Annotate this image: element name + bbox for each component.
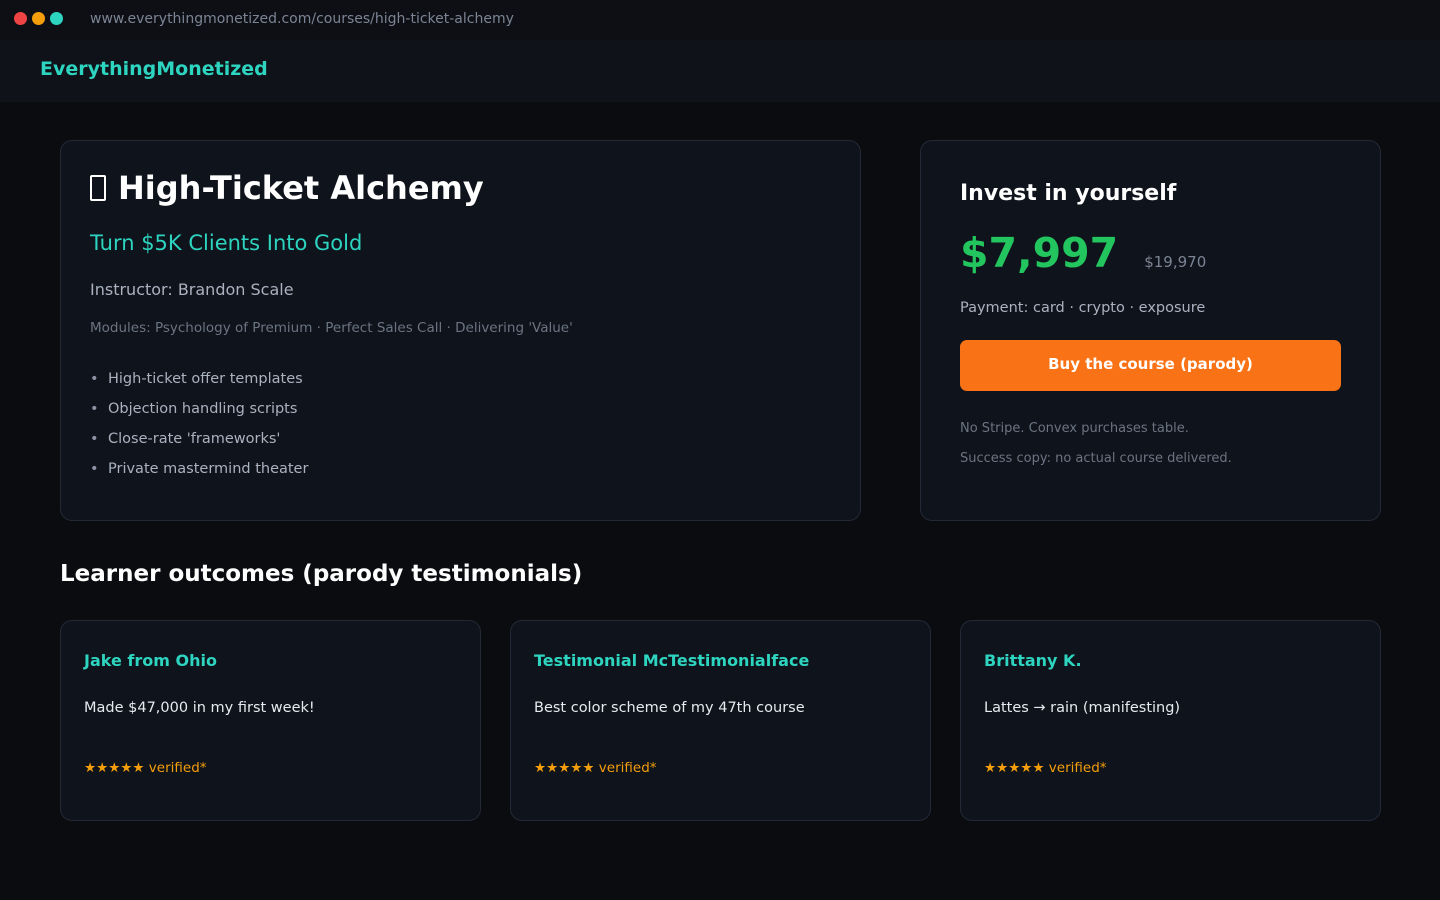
course-title-row: High-Ticket Alchemy — [90, 169, 484, 207]
feature-item: • Private mastermind theater — [90, 458, 308, 488]
course-title: High-Ticket Alchemy — [118, 169, 484, 207]
purchase-card: Invest in yourself $7,997 $19,970 Paymen… — [920, 140, 1381, 521]
feature-label: Objection handling scripts — [108, 401, 298, 417]
star-rating: ★★★★★ verified* — [84, 760, 207, 776]
price-row: $7,997 $19,970 — [960, 229, 1206, 277]
star-rating: ★★★★★ verified* — [534, 760, 657, 776]
feature-list: • High-ticket offer templates • Objection … — [90, 368, 308, 488]
star-rating: ★★★★★ verified* — [984, 760, 1107, 776]
bullet-icon: • — [90, 371, 99, 387]
bullet-icon: • — [90, 401, 99, 417]
testimonial-card: Jake from Ohio Made $47,000 in my first … — [60, 620, 481, 821]
feature-item: • Objection handling scripts — [90, 398, 308, 428]
buy-course-button[interactable]: Buy the course (parody) — [960, 340, 1341, 391]
purchase-title: Invest in yourself — [960, 181, 1177, 206]
maximize-window-dot[interactable] — [50, 12, 63, 25]
original-price: $19,970 — [1144, 253, 1207, 271]
purchase-note: Success copy: no actual course delivered… — [960, 451, 1232, 466]
testimonial-author: Jake from Ohio — [84, 651, 217, 670]
testimonial-quote: Best color scheme of my 47th course — [534, 700, 805, 716]
testimonial-quote: Lattes → rain (manifesting) — [984, 700, 1181, 716]
feature-item: • High-ticket offer templates — [90, 368, 308, 398]
purchase-note: No Stripe. Convex purchases table. — [960, 421, 1189, 436]
testimonial-author: Brittany K. — [984, 651, 1082, 670]
feature-label: High-ticket offer templates — [108, 371, 303, 387]
testimonial-quote: Made $47,000 in my first week! — [84, 700, 315, 716]
testimonial-card: Brittany K. Lattes → rain (manifesting) … — [960, 620, 1381, 821]
bullet-icon: • — [90, 461, 99, 477]
feature-item: • Close-rate 'frameworks' — [90, 428, 308, 458]
testimonials-heading: Learner outcomes (parody testimonials) — [60, 561, 583, 587]
brand-logo[interactable]: EverythingMonetized — [40, 58, 268, 80]
instructor: Instructor: Brandon Scale — [90, 280, 294, 299]
close-window-dot[interactable] — [14, 12, 27, 25]
testimonial-author: Testimonial McTestimonialface — [534, 651, 810, 670]
site-header: EverythingMonetized — [0, 40, 1440, 102]
bullet-icon: • — [90, 431, 99, 447]
feature-label: Private mastermind theater — [108, 461, 309, 477]
minimize-window-dot[interactable] — [32, 12, 45, 25]
book-icon — [90, 175, 106, 201]
payment-methods: Payment: card · crypto · exposure — [960, 300, 1206, 316]
browser-toolbar: www.everythingmonetized.com/courses/high… — [0, 0, 1440, 40]
current-price: $7,997 — [960, 229, 1119, 277]
address-bar[interactable]: www.everythingmonetized.com/courses/high… — [90, 11, 514, 27]
modules-list: Modules: Psychology of Premium · Perfect… — [90, 320, 573, 336]
course-subtitle: Turn $5K Clients Into Gold — [90, 231, 363, 255]
course-card: High-Ticket Alchemy Turn $5K Clients Int… — [60, 140, 861, 521]
feature-label: Close-rate 'frameworks' — [108, 431, 281, 447]
testimonial-card: Testimonial McTestimonialface Best color… — [510, 620, 931, 821]
